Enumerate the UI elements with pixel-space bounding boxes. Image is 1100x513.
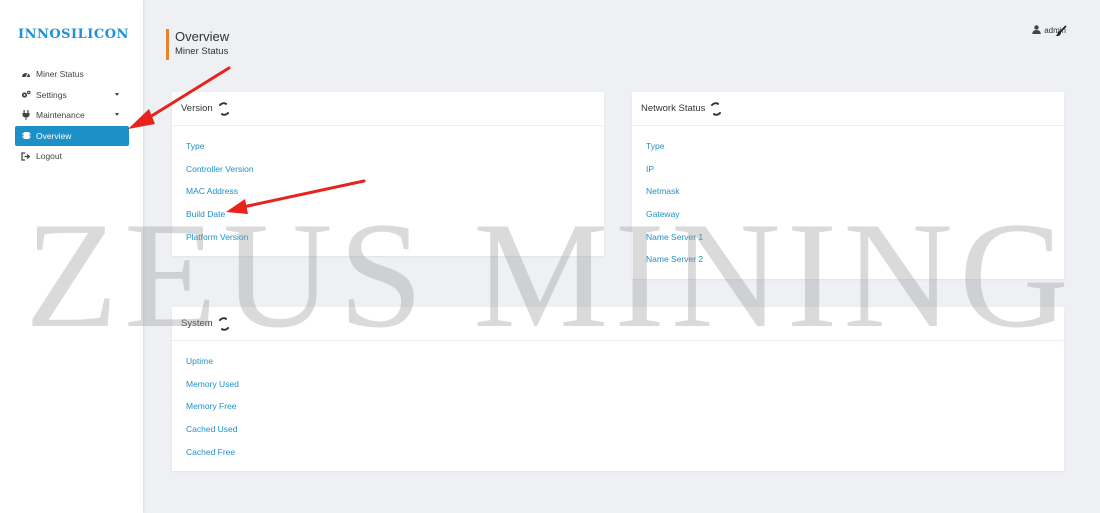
list-item: Netmask [646,186,680,197]
network-status-card: Network Status Type IP Netmask Gateway N… [632,92,1064,279]
list-item: Type [646,141,665,151]
list-item: Memory Free [186,401,237,412]
theme-brush-icon[interactable] [1055,24,1067,37]
card-title: Network Status [641,103,706,114]
card-header: System [172,307,1064,341]
brand-logo[interactable]: INNOSILICON [18,27,129,42]
sidebar: INNOSILICON Miner Status Settings Mainte… [0,0,143,513]
sidebar-item-overview[interactable]: Overview [15,125,129,146]
system-list: Uptime Memory Used Memory Free Cached Us… [172,341,1064,468]
chevron-down-icon [115,113,119,116]
refresh-spinner-icon[interactable] [217,316,231,331]
card-title: System [181,318,213,329]
plug-icon [21,110,31,121]
gears-icon [21,90,31,100]
page-subtitle: Miner Status [175,46,229,57]
list-item: IP [646,163,655,174]
version-list: Type Controller Version MAC Address Buil… [172,126,604,253]
sidebar-item-miner-status[interactable]: Miner Status [15,64,129,85]
card-header: Network Status [632,92,1064,126]
chip-icon [21,131,31,141]
list-item: Platform Version [186,231,249,242]
network-list: Type IP Netmask Gateway Name Server 1 Na… [632,126,1064,276]
sidebar-item-maintenance[interactable]: Maintenance [15,105,129,126]
page-header: Overview Miner Status [166,29,229,60]
dashboard-icon [21,69,31,79]
sidebar-item-label: Logout [36,151,62,162]
list-item: Uptime [186,356,213,366]
list-item: Gateway [646,209,680,220]
sign-out-icon [21,151,31,161]
list-item: MAC Address [186,186,238,197]
refresh-spinner-icon[interactable] [709,101,723,116]
list-item: Memory Used [186,378,239,389]
chevron-down-icon [115,92,119,96]
sidebar-item-label: Maintenance [36,110,85,121]
refresh-spinner-icon[interactable] [217,101,231,116]
sidebar-item-label: Overview [36,130,72,141]
list-item: Cached Used [186,424,238,435]
list-item: Build Date [186,209,226,220]
sidebar-item-label: Miner Status [36,69,84,80]
list-item: Cached Free [186,446,236,457]
sidebar-item-settings[interactable]: Settings [15,85,129,106]
list-item: Controller Version [186,163,254,174]
list-item: Name Server 1 [646,231,704,242]
user-icon [1032,25,1041,36]
page-title: Overview [175,29,230,44]
list-item: Type [186,141,205,151]
sidebar-item-logout[interactable]: Logout [15,146,129,167]
version-card: Version Type Controller Version MAC Addr… [172,92,604,256]
card-header: Version [172,92,604,126]
sidebar-item-label: Settings [36,89,67,100]
sidebar-nav: Miner Status Settings Maintenance Overvi… [15,64,129,167]
card-title: Version [181,103,213,114]
system-card: System Uptime Memory Used Memory Free Ca… [172,307,1064,471]
list-item: Name Server 2 [646,254,704,265]
